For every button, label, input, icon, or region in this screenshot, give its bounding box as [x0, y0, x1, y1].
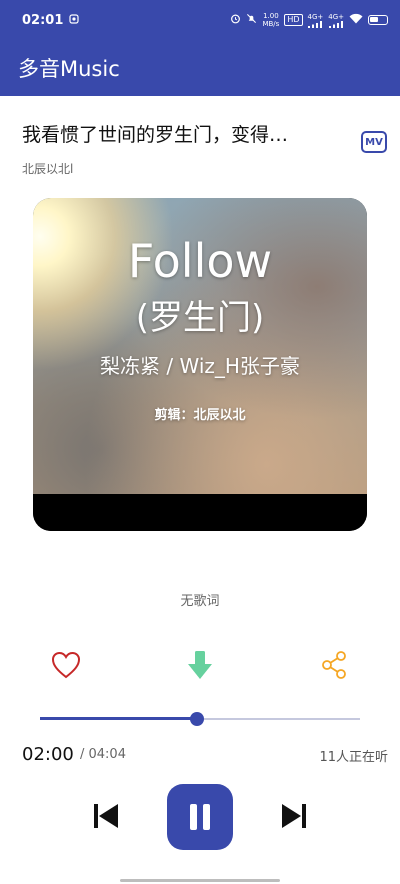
skip-next-icon — [282, 804, 306, 828]
progress-slider[interactable] — [40, 712, 360, 726]
status-bar: 02:01 1.00 MB/s HD 4G+ 4G+ — [0, 0, 400, 40]
current-time: 02:00 — [22, 744, 74, 765]
notification-icon — [69, 13, 79, 28]
battery-icon — [368, 15, 388, 25]
skip-previous-icon — [94, 804, 118, 828]
cover-editor: 剪辑：北辰以北 — [154, 408, 246, 423]
like-button[interactable] — [49, 648, 83, 682]
download-button[interactable] — [183, 648, 217, 682]
hd-badge: HD — [284, 14, 303, 26]
cover-artists: 梨冻紧 / Wiz_H张子豪 — [100, 354, 300, 378]
listeners-count: 11人正在听 — [319, 750, 388, 765]
progress-fill — [40, 717, 197, 720]
heart-outline-icon — [51, 651, 81, 679]
cover-black-band — [33, 494, 367, 531]
next-button[interactable] — [278, 800, 310, 832]
song-artist[interactable]: 北辰以北l — [22, 160, 73, 177]
progress-thumb[interactable] — [189, 712, 204, 726]
total-time: / 04:04 — [80, 747, 126, 762]
share-icon — [322, 651, 346, 679]
wifi-icon — [349, 13, 363, 27]
app-bar: 多音Music — [0, 40, 400, 96]
download-arrow-icon — [188, 651, 212, 679]
mute-icon — [246, 13, 257, 27]
net-speed: 1.00 MB/s — [262, 12, 280, 28]
status-time: 02:01 — [22, 12, 64, 28]
alarm-icon — [230, 13, 241, 27]
home-indicator[interactable] — [120, 879, 280, 882]
lyrics-text: 无歌词 — [180, 594, 220, 609]
app-title: 多音Music — [18, 57, 120, 81]
status-right: 1.00 MB/s HD 4G+ 4G+ — [230, 12, 388, 28]
mv-button[interactable]: MV — [361, 131, 387, 153]
status-left: 02:01 — [22, 13, 79, 28]
share-button[interactable] — [317, 648, 351, 682]
album-cover: Follow (罗生门) 梨冻紧 / Wiz_H张子豪 剪辑：北辰以北 — [33, 198, 367, 531]
cover-title: Follow — [127, 234, 273, 288]
signal-2: 4G+ — [328, 13, 344, 28]
signal-1: 4G+ — [308, 13, 323, 28]
pause-icon — [190, 804, 210, 830]
cover-subtitle: (罗生门) — [135, 298, 265, 338]
pause-button[interactable] — [167, 784, 233, 850]
song-title: 我看惯了世间的罗生门，变得… — [22, 124, 289, 146]
previous-button[interactable] — [90, 800, 122, 832]
